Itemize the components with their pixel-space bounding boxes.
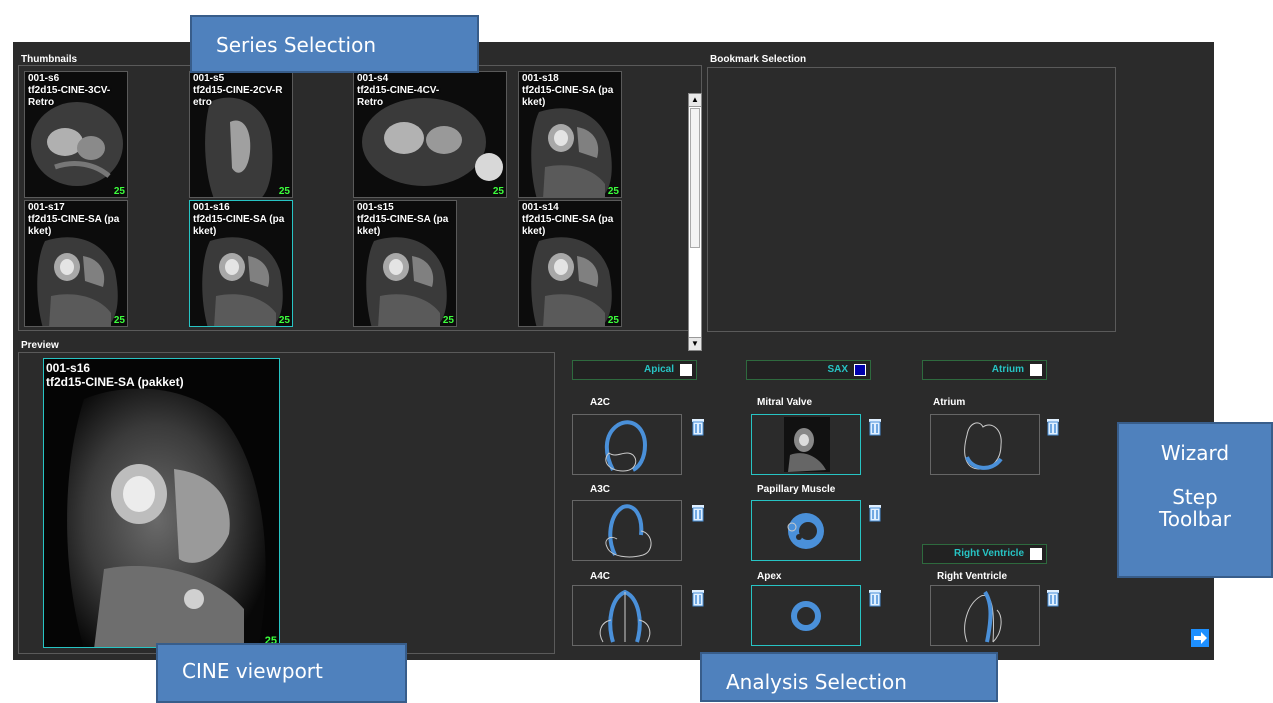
thumbnail-frame-count: 25 <box>607 186 619 197</box>
series-thumbnail[interactable]: 001-s5 tf2d15-CINE-2CV-R etro 25 <box>189 71 293 198</box>
right-ventricle-checkbox[interactable] <box>1030 548 1042 560</box>
series-thumbnail[interactable]: 001-s17 tf2d15-CINE-SA (pa kket) 25 <box>24 200 128 327</box>
thumbnail-title: 001-s14 tf2d15-CINE-SA (pa kket) <box>522 202 614 237</box>
a4c-contour-icon <box>599 589 651 643</box>
thumbnail-title: 001-s17 tf2d15-CINE-SA (pa kket) <box>28 202 120 237</box>
series-thumbnail[interactable]: 001-s6 tf2d15-CINE-3CV-Retro 25 <box>24 71 128 198</box>
thumbnail-frame-count: 25 <box>113 315 125 326</box>
a4c-label: A4C <box>590 571 611 582</box>
preview-section-label: Preview <box>21 340 59 351</box>
papillary-muscle-contour-icon <box>787 513 824 549</box>
thumbnails-panel: 001-s6 tf2d15-CINE-3CV-Retro 25 001-s5 tf2… <box>18 65 702 351</box>
thumbnail-title: 001-s18 tf2d15-CINE-SA (pa kket) <box>522 73 614 108</box>
trash-icon[interactable] <box>868 418 882 436</box>
atrium-category[interactable]: Atrium <box>922 360 1047 380</box>
thumbnail-title: 001-s15 tf2d15-CINE-SA (pa kket) <box>357 202 449 237</box>
mitral-valve-view-box[interactable] <box>751 414 861 475</box>
thumbnail-frame-count: 25 <box>492 186 504 197</box>
thumbnail-frame-count: 25 <box>442 315 454 326</box>
trash-icon[interactable] <box>691 418 705 436</box>
a3c-contour-icon <box>605 504 652 558</box>
thumbnails-section-label: Thumbnails <box>21 54 78 65</box>
bookmark-panel[interactable] <box>707 67 1116 332</box>
preview-series-title: 001-s16 tf2d15-CINE-SA (pakket) <box>46 361 184 389</box>
a4c-view-box[interactable] <box>572 585 682 646</box>
thumbnail-frame-count: 25 <box>607 315 619 326</box>
trash-icon[interactable] <box>691 504 705 522</box>
scroll-down-icon[interactable]: ▼ <box>689 337 701 350</box>
a3c-view-box[interactable] <box>572 500 682 561</box>
a3c-label: A3C <box>590 484 611 495</box>
mitral-valve-label: Mitral Valve <box>757 397 813 408</box>
sax-category[interactable]: SAX <box>746 360 871 380</box>
cine-image <box>44 359 279 647</box>
atrium-view-box[interactable] <box>930 414 1040 475</box>
scroll-up-icon[interactable]: ▲ <box>689 94 701 107</box>
right-ventricle-contour-icon <box>964 590 1002 643</box>
trash-icon[interactable] <box>691 589 705 607</box>
arrow-right-icon <box>1194 632 1207 644</box>
bookmark-section-label: Bookmark Selection <box>710 54 807 65</box>
right-ventricle-view-box[interactable] <box>930 585 1040 646</box>
sax-checkbox[interactable] <box>854 364 866 376</box>
application-window: Thumbnails 001-s6 tf2d15-CINE-3CV-Retro 2… <box>13 42 1214 660</box>
thumbnail-title: 001-s16 tf2d15-CINE-SA (pa kket) <box>193 202 285 237</box>
a2c-label: A2C <box>590 397 611 408</box>
cine-viewport[interactable]: 001-s16 tf2d15-CINE-SA (pakket) 25 <box>43 358 280 648</box>
mitral-valve-thumbnail <box>784 417 830 472</box>
trash-icon[interactable] <box>868 589 882 607</box>
apical-checkbox[interactable] <box>680 364 692 376</box>
thumbnail-title: 001-s5 tf2d15-CINE-2CV-R etro <box>193 73 283 108</box>
series-thumbnail[interactable]: 001-s4 tf2d15-CINE-4CV-Retro 25 <box>353 71 507 198</box>
next-step-button[interactable] <box>1191 629 1209 647</box>
right-ventricle-label: Right Ventricle <box>937 571 1008 582</box>
atrium-checkbox[interactable] <box>1030 364 1042 376</box>
papillary-muscle-label: Papillary Muscle <box>757 484 836 495</box>
a2c-contour-icon <box>604 420 648 472</box>
trash-icon[interactable] <box>1046 589 1060 607</box>
sax-category-label: SAX <box>827 364 848 375</box>
series-selection-callout: Series Selection <box>190 15 479 73</box>
right-ventricle-category[interactable]: Right Ventricle <box>922 544 1047 564</box>
wizard-step-toolbar-callout: Wizard Step Toolbar <box>1117 422 1273 578</box>
series-thumbnail[interactable]: 001-s18 tf2d15-CINE-SA (pa kket) 25 <box>518 71 622 198</box>
apex-label: Apex <box>757 571 782 582</box>
trash-icon[interactable] <box>1046 418 1060 436</box>
apical-category[interactable]: Apical <box>572 360 697 380</box>
thumbnail-title: 001-s6 tf2d15-CINE-3CV-Retro <box>28 73 111 108</box>
atrium-label: Atrium <box>933 397 966 408</box>
thumbnail-frame-count: 25 <box>278 186 290 197</box>
cine-viewport-callout: CINE viewport <box>156 643 407 703</box>
atrium-category-label: Atrium <box>991 364 1024 375</box>
thumbnail-title: 001-s4 tf2d15-CINE-4CV-Retro <box>357 73 440 108</box>
series-thumbnail[interactable]: 001-s15 tf2d15-CINE-SA (pa kket) 25 <box>353 200 457 327</box>
apical-category-label: Apical <box>643 364 674 375</box>
scroll-thumb[interactable] <box>690 108 700 248</box>
apex-view-box[interactable] <box>751 585 861 646</box>
series-thumbnail[interactable]: 001-s16 tf2d15-CINE-SA (pa kket) 25 <box>189 200 293 327</box>
papillary-muscle-view-box[interactable] <box>751 500 861 561</box>
thumbnail-scrollbar[interactable]: ▲ ▼ <box>688 93 702 351</box>
analysis-selection-callout: Analysis Selection <box>700 652 998 702</box>
atrium-contour-icon <box>964 422 1003 470</box>
thumbnail-frame-count: 25 <box>113 186 125 197</box>
thumbnail-frame-count: 25 <box>278 315 290 326</box>
a2c-view-box[interactable] <box>572 414 682 475</box>
series-thumbnail[interactable]: 001-s14 tf2d15-CINE-SA (pa kket) 25 <box>518 200 622 327</box>
right-ventricle-category-label: Right Ventricle <box>953 548 1024 559</box>
trash-icon[interactable] <box>868 504 882 522</box>
apex-contour-icon <box>791 601 821 631</box>
